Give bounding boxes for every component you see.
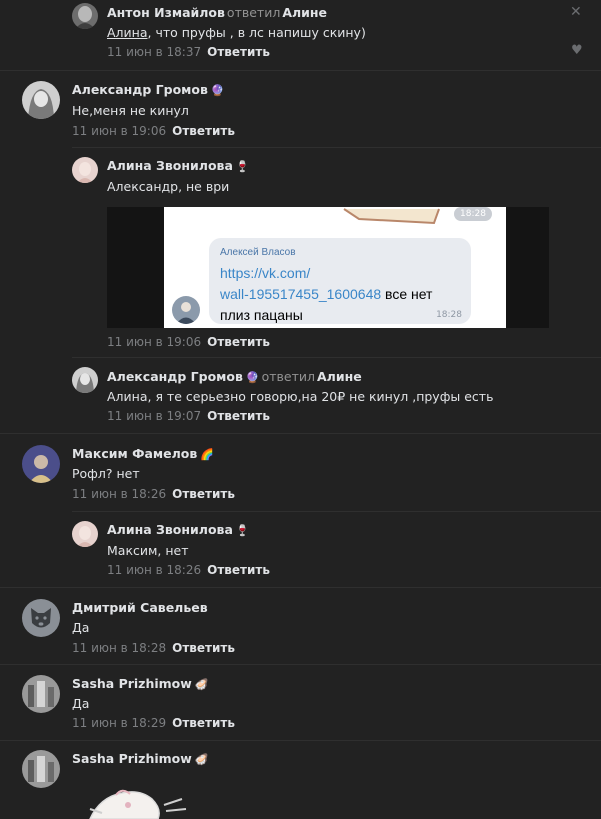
avatar[interactable]	[72, 521, 98, 547]
rainbow-icon: 🌈	[200, 448, 214, 461]
comment-text: Алина, я те серьезно говорю,на 20₽ не ки…	[107, 389, 494, 404]
reply-button[interactable]: Ответить	[172, 124, 235, 138]
mention-link[interactable]: Алина	[107, 25, 148, 40]
comment-date[interactable]: 11 июн в 18:29	[72, 716, 166, 730]
author-name[interactable]: Александр Громов	[107, 369, 243, 384]
avatar[interactable]	[72, 157, 98, 183]
comment-text: Рофл? нет	[72, 466, 140, 481]
like-heart-icon[interactable]: ♥	[571, 43, 583, 58]
avatar[interactable]	[22, 81, 60, 119]
close-icon[interactable]: ✕	[570, 4, 582, 20]
author-name[interactable]: Алина Звонилова	[107, 158, 233, 173]
replied-label: ответил	[261, 369, 315, 384]
comment-text: Александр, не ври	[107, 179, 230, 194]
author-name[interactable]: Дмитрий Савельев	[72, 600, 208, 615]
crystal-ball-icon: 🔮	[245, 371, 260, 384]
author-name[interactable]: Sasha Prizhimow	[72, 676, 192, 691]
replied-label: ответил	[226, 5, 281, 20]
wine-glass-icon: 🍷	[235, 160, 250, 173]
bubble-sender: Алексей Власов	[220, 247, 296, 258]
avatar[interactable]	[22, 445, 60, 483]
divider	[72, 147, 601, 148]
message-bubble: Алексей Власов https://vk.com/ wall-1955…	[209, 238, 471, 324]
wine-glass-icon: 🍷	[235, 524, 250, 537]
screenshot-attachment[interactable]: 18:28 Алексей Власов https://vk.com/ wal…	[107, 207, 549, 328]
crystal-ball-icon: 🔮	[210, 84, 225, 97]
sender-avatar	[172, 296, 200, 324]
reply-button[interactable]: Ответить	[207, 563, 270, 577]
comment-date[interactable]: 11 июн в 19:06	[107, 335, 201, 349]
comment-text: Да	[72, 696, 90, 711]
comment-date[interactable]: 11 июн в 18:28	[72, 641, 166, 655]
avatar[interactable]	[72, 367, 98, 393]
divider	[0, 664, 601, 665]
comment-date[interactable]: 11 июн в 18:26	[72, 487, 166, 501]
reply-button[interactable]: Ответить	[207, 335, 270, 349]
comment-text: Не,меня не кинул	[72, 103, 189, 118]
reply-button[interactable]: Ответить	[172, 487, 235, 501]
divider	[0, 740, 601, 741]
chat-screenshot: 18:28 Алексей Власов https://vk.com/ wal…	[164, 207, 506, 328]
comment-date[interactable]: 11 июн в 18:26	[107, 563, 201, 577]
reply-button[interactable]: Ответить	[207, 409, 270, 423]
oyster-icon: 🦪	[194, 678, 209, 691]
oyster-icon: 🦪	[194, 753, 209, 766]
comment-date[interactable]: 11 июн в 19:06	[72, 124, 166, 138]
comment-date[interactable]: 11 июн в 19:07	[107, 409, 201, 423]
reply-target[interactable]: Алине	[282, 5, 327, 20]
divider	[0, 587, 601, 588]
bubble-time: 18:28	[436, 310, 462, 320]
comment-text: Да	[72, 620, 90, 635]
avatar[interactable]	[22, 675, 60, 713]
reply-target[interactable]: Алине	[317, 369, 362, 384]
divider	[0, 70, 601, 71]
comment-text: Максим, нет	[107, 543, 189, 558]
bubble-text: https://vk.com/ wall-195517455_1600648 в…	[220, 265, 433, 323]
sticker-image[interactable]	[82, 785, 192, 819]
sticker-fragment	[343, 208, 440, 225]
author-name[interactable]: Максим Фамелов	[72, 446, 197, 461]
reply-button[interactable]: Ответить	[172, 716, 235, 730]
comment-date[interactable]: 11 июн в 18:37	[107, 45, 201, 59]
author-name[interactable]: Антон Измайлов	[107, 5, 225, 20]
reply-button[interactable]: Ответить	[172, 641, 235, 655]
comment-text: Алина, что пруфы , в лс напишу скину)	[107, 25, 366, 40]
divider	[0, 433, 601, 434]
author-name[interactable]: Sasha Prizhimow	[72, 751, 192, 766]
author-name[interactable]: Алина Звонилова	[107, 522, 233, 537]
reply-button[interactable]: Ответить	[207, 45, 270, 59]
avatar[interactable]	[72, 3, 98, 29]
avatar[interactable]	[22, 750, 60, 788]
avatar[interactable]	[22, 599, 60, 637]
message-time: 18:28	[454, 207, 492, 221]
author-name[interactable]: Александр Громов	[72, 82, 208, 97]
divider	[72, 511, 601, 512]
divider	[72, 357, 601, 358]
